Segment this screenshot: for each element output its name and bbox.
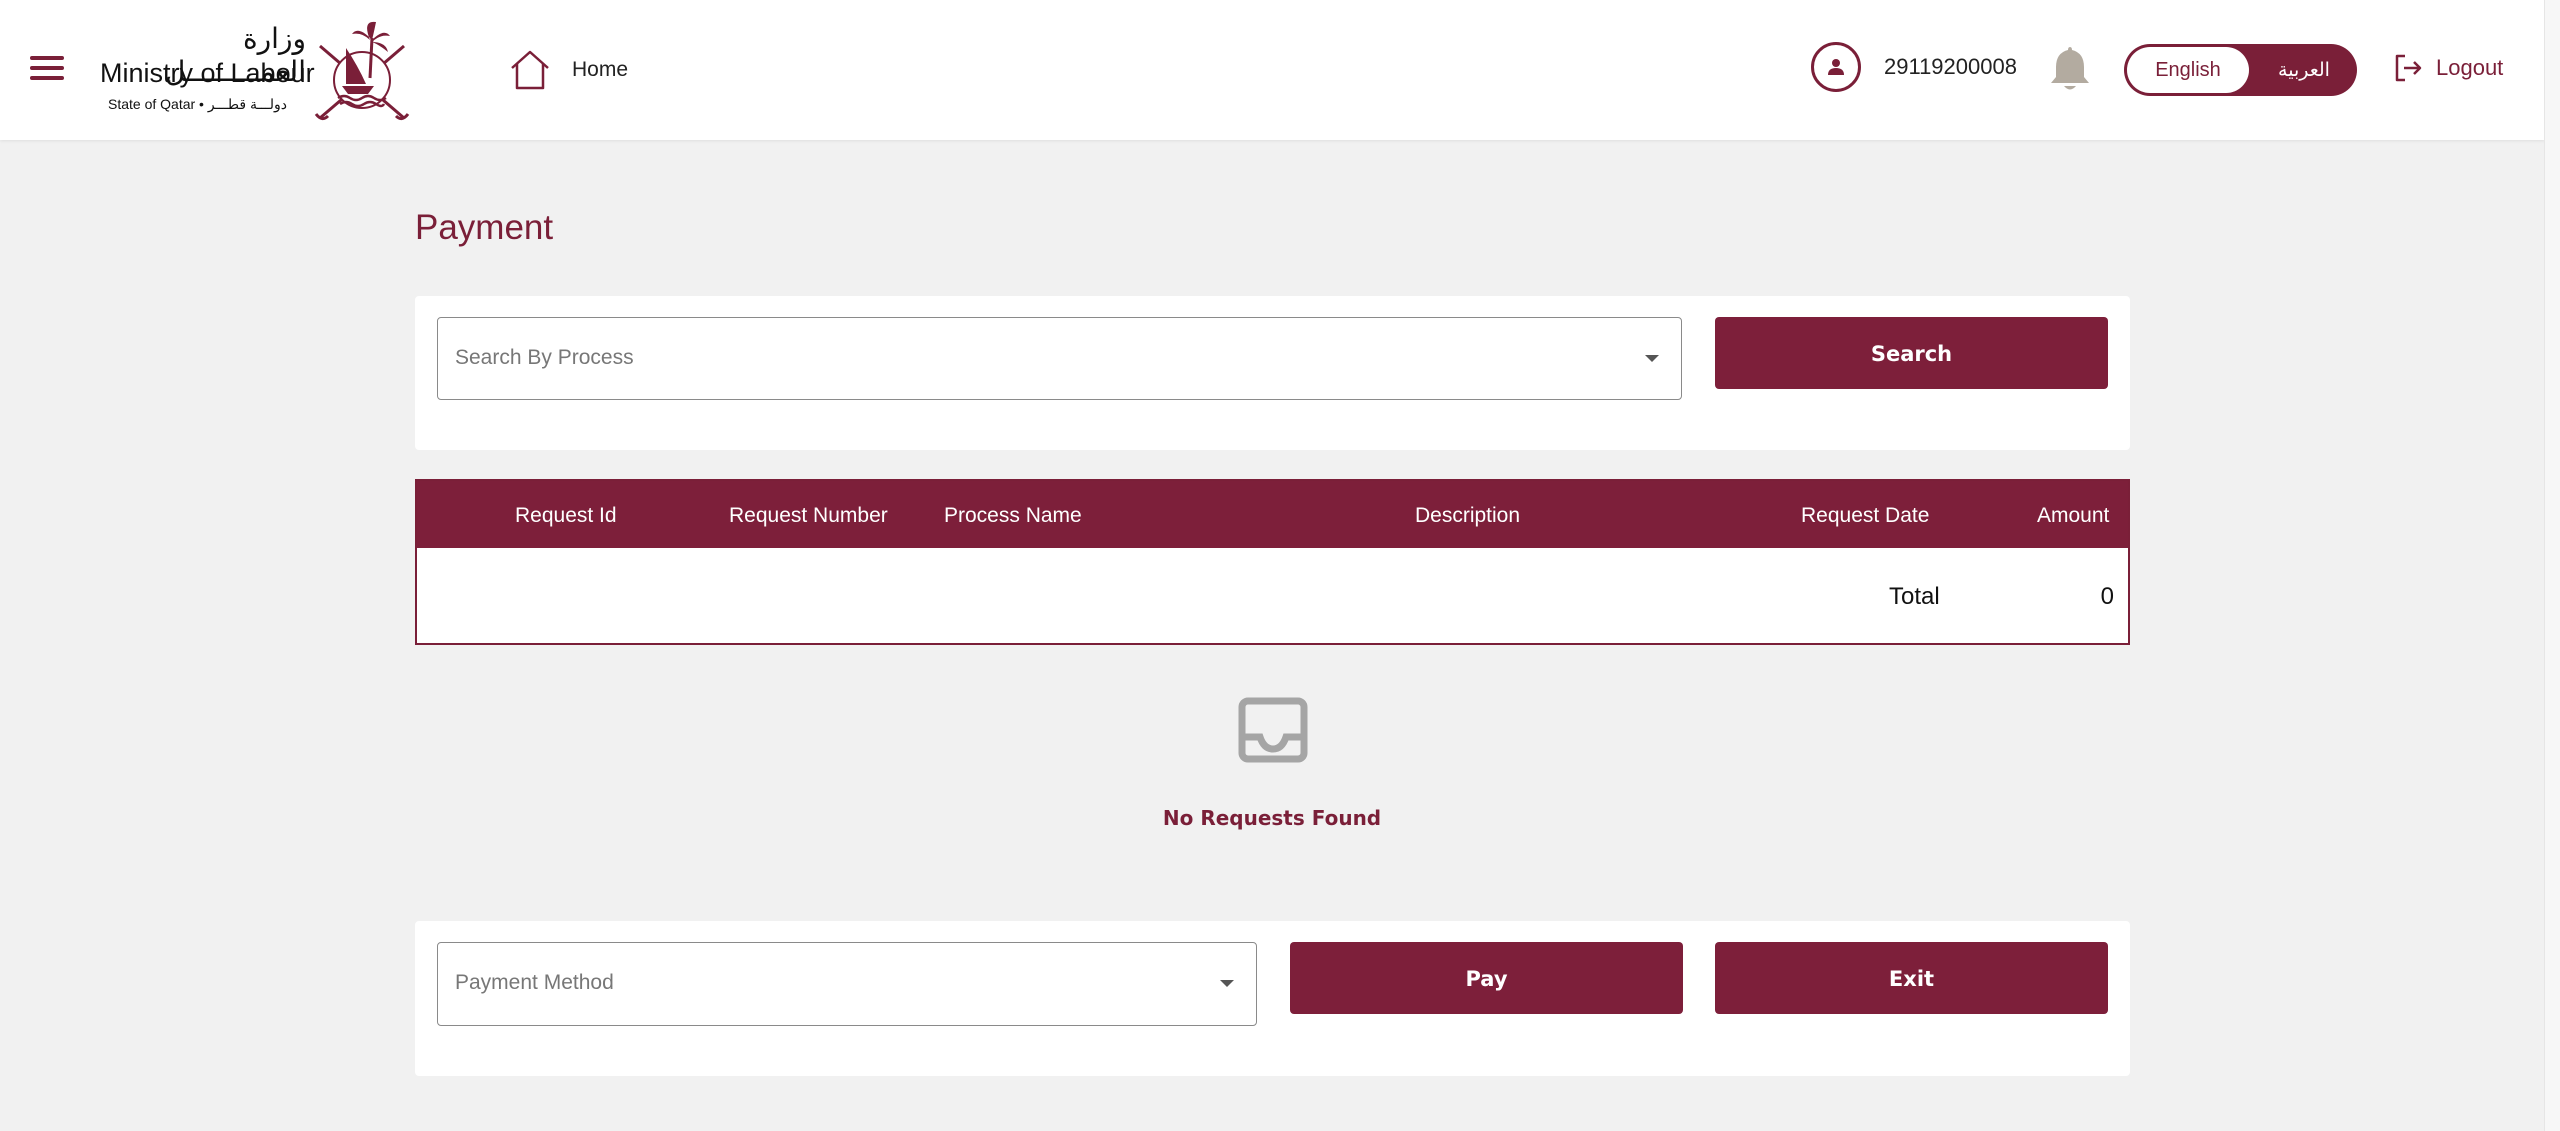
page-scrollbar[interactable] — [2544, 0, 2560, 1131]
total-value: 0 — [2100, 583, 2114, 610]
exit-button[interactable]: Exit — [1715, 942, 2108, 1014]
column-header-request-id[interactable]: Request Id — [515, 481, 617, 551]
menu-icon[interactable] — [30, 56, 64, 82]
process-select[interactable]: Search By Process — [437, 317, 1682, 400]
home-label: Home — [572, 58, 629, 81]
bell-icon[interactable] — [2048, 43, 2092, 93]
column-header-description[interactable]: Description — [1415, 481, 1520, 551]
qatar-emblem-icon — [314, 21, 410, 121]
total-label: Total — [1889, 583, 1940, 610]
logo-english-name: Ministry of Labour — [100, 58, 315, 88]
language-english[interactable]: English — [2127, 47, 2249, 93]
home-icon — [511, 50, 549, 90]
ministry-logo[interactable]: وزارة العمـــــــــل Ministry of Labour … — [96, 18, 416, 122]
column-header-request-date[interactable]: Request Date — [1801, 481, 1929, 551]
top-header: وزارة العمـــــــــل Ministry of Labour … — [0, 0, 2545, 140]
page-title: Payment — [415, 208, 554, 247]
requests-table: Request Id Request Number Process Name D… — [415, 479, 2130, 645]
search-button[interactable]: Search — [1715, 317, 2108, 389]
payment-method-select[interactable]: Payment Method — [437, 942, 1257, 1026]
search-card: Search By Process Search — [415, 296, 2130, 450]
language-toggle[interactable]: English العربية — [2124, 44, 2357, 96]
language-arabic[interactable]: العربية — [2254, 47, 2354, 93]
user-icon — [1828, 59, 1844, 75]
empty-state-message: No Requests Found — [1162, 806, 1382, 830]
column-header-process-name[interactable]: Process Name — [944, 481, 1082, 551]
payment-card: Payment Method Pay Exit — [415, 921, 2130, 1076]
logout-button[interactable]: Logout — [2392, 52, 2503, 84]
inbox-icon — [1238, 697, 1308, 763]
column-header-request-number[interactable]: Request Number — [729, 481, 888, 551]
table-header: Request Id Request Number Process Name D… — [417, 481, 2128, 548]
home-link[interactable]: Home — [508, 48, 628, 92]
process-select-placeholder: Search By Process — [455, 346, 634, 369]
chevron-down-icon — [1220, 980, 1234, 987]
logout-label: Logout — [2436, 55, 2504, 80]
payment-method-placeholder: Payment Method — [455, 971, 614, 994]
logo-subtitle: State of Qatar • دولـــة قطـــر — [108, 96, 288, 112]
pay-button[interactable]: Pay — [1290, 942, 1683, 1014]
chevron-down-icon — [1645, 355, 1659, 362]
logout-icon — [2395, 54, 2422, 82]
user-avatar[interactable] — [1811, 42, 1861, 92]
column-header-amount[interactable]: Amount — [2037, 481, 2109, 551]
user-id: 29119200008 — [1884, 54, 2017, 79]
